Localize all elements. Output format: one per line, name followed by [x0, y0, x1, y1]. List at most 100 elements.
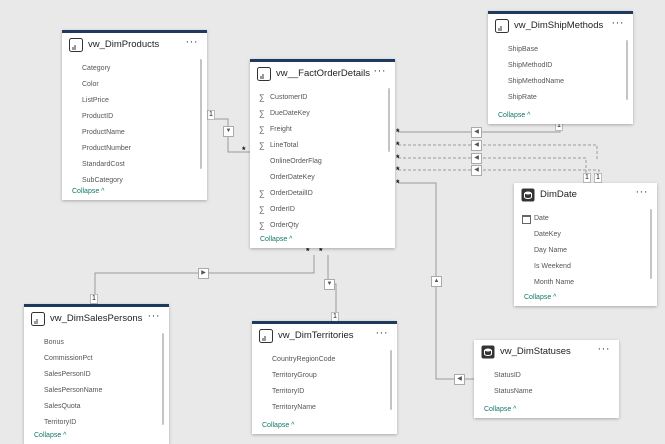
rel-line-fact-date-1 — [398, 144, 598, 160]
rel-direction-arrow[interactable]: ◀ — [454, 374, 465, 385]
field-row[interactable]: StandardCost — [62, 157, 207, 173]
table-card-products[interactable]: vw_DimProducts ··· Category Color ListPric… — [62, 30, 207, 200]
field-row[interactable]: ∑ Freight — [250, 122, 395, 138]
rel-direction-arrow[interactable]: ◀ — [471, 140, 482, 151]
field-row[interactable]: DateKey — [514, 227, 657, 243]
rel-direction-arrow[interactable]: ▼ — [223, 126, 234, 137]
sigma-icon: ∑ — [259, 141, 265, 150]
field-row[interactable]: SalesQuota — [24, 399, 169, 415]
field-name: ShipBase — [508, 46, 538, 53]
field-row[interactable]: Month Name — [514, 275, 657, 291]
field-row[interactable]: SubCategory — [62, 173, 207, 189]
field-row[interactable]: Color — [62, 77, 207, 93]
more-options-icon[interactable]: ··· — [636, 186, 649, 198]
rel-many-fact-date3: * — [396, 165, 400, 175]
more-options-icon[interactable]: ··· — [612, 17, 625, 29]
field-row[interactable]: OnlineOrderFlag — [250, 154, 395, 170]
table-card-dim-date[interactable]: DimDate ··· Date DateKey Day Name Is Weeken… — [514, 183, 657, 306]
collapse-button[interactable]: Collapse ^ — [260, 236, 292, 243]
field-row[interactable]: ShipBase — [488, 42, 633, 58]
field-row[interactable]: Date — [514, 211, 657, 227]
scrollbar[interactable] — [200, 59, 202, 169]
field-name: CommissionPct — [44, 355, 93, 362]
field-row[interactable]: ShipRate — [488, 90, 633, 106]
more-options-icon[interactable]: ··· — [186, 36, 199, 48]
field-row[interactable]: Bonus — [24, 335, 169, 351]
field-row[interactable]: CommissionPct — [24, 351, 169, 367]
collapse-button[interactable]: Collapse ^ — [34, 432, 66, 439]
field-row[interactable]: TerritoryName — [252, 400, 397, 416]
more-options-icon[interactable]: ··· — [374, 65, 387, 77]
field-row[interactable]: ListPrice — [62, 93, 207, 109]
field-row[interactable]: ∑ OrderQty — [250, 218, 395, 234]
field-name: TerritoryID — [272, 388, 305, 395]
rel-many-fact-date1: * — [396, 140, 400, 150]
table-card-territories[interactable]: vw_DimTerritories ··· CountryRegionCode T… — [252, 321, 397, 434]
field-name: SalesPersonName — [44, 387, 103, 394]
table-header[interactable]: vw_DimSalesPersons ··· — [24, 307, 169, 331]
rel-direction-arrow[interactable]: ▲ — [431, 276, 442, 287]
field-row[interactable]: ShipMethodID — [488, 58, 633, 74]
collapse-button[interactable]: Collapse ^ — [498, 112, 530, 119]
scrollbar[interactable] — [650, 209, 652, 279]
field-name: StandardCost — [82, 161, 125, 168]
sigma-icon: ∑ — [259, 221, 265, 230]
field-row[interactable]: ProductNumber — [62, 141, 207, 157]
table-header[interactable]: vw_DimShipMethods ··· — [488, 14, 633, 38]
collapse-button[interactable]: Collapse ^ — [72, 188, 104, 195]
field-row[interactable]: ProductID — [62, 109, 207, 125]
table-title: vw_DimSalesPersons — [50, 313, 143, 324]
collapse-button[interactable]: Collapse ^ — [524, 294, 556, 301]
field-row[interactable]: ShipMethodName — [488, 74, 633, 90]
field-row[interactable]: OrderDateKey — [250, 170, 395, 186]
field-row[interactable]: SalesPersonID — [24, 367, 169, 383]
rel-line-fact-date-2 — [398, 157, 587, 175]
field-row[interactable]: ∑ CustomerID — [250, 90, 395, 106]
table-card-sales-persons[interactable]: vw_DimSalesPersons ··· Bonus CommissionPc… — [24, 304, 169, 444]
table-header[interactable]: vw_DimProducts ··· — [62, 33, 207, 57]
table-icon — [257, 67, 271, 81]
field-name: Category — [82, 65, 111, 72]
field-name: Day Name — [534, 247, 568, 254]
field-row[interactable]: StatusID — [474, 368, 619, 384]
field-row[interactable]: ∑ DueDateKey — [250, 106, 395, 122]
field-name: DateKey — [534, 231, 561, 238]
field-row[interactable]: ∑ LineTotal — [250, 138, 395, 154]
collapse-button[interactable]: Collapse ^ — [262, 422, 294, 429]
table-card-ship-methods[interactable]: vw_DimShipMethods ··· ShipBase ShipMethod… — [488, 11, 633, 124]
field-row[interactable]: ∑ OrderDetailID — [250, 186, 395, 202]
more-options-icon[interactable]: ··· — [598, 343, 611, 355]
scrollbar[interactable] — [390, 350, 392, 410]
field-row[interactable]: Day Name — [514, 243, 657, 259]
field-list: Date DateKey Day Name Is Weekend Month Name — [514, 207, 657, 291]
rel-direction-arrow[interactable]: ◀ — [471, 153, 482, 164]
field-row[interactable]: TerritoryID — [24, 415, 169, 431]
rel-direction-arrow[interactable]: ▼ — [324, 279, 335, 290]
more-options-icon[interactable]: ··· — [376, 327, 389, 339]
field-row[interactable]: TerritoryGroup — [252, 368, 397, 384]
table-icon — [259, 329, 273, 343]
field-row[interactable]: Is Weekend — [514, 259, 657, 275]
field-row[interactable]: CountryRegionCode — [252, 352, 397, 368]
table-header[interactable]: vw__FactOrderDetails ··· — [250, 62, 395, 86]
table-card-fact-order-details[interactable]: vw__FactOrderDetails ··· ∑ CustomerID ∑ Due… — [250, 59, 395, 248]
scrollbar[interactable] — [626, 40, 628, 100]
field-row[interactable]: ∑ OrderID — [250, 202, 395, 218]
field-row[interactable]: StatusName — [474, 384, 619, 400]
scrollbar[interactable] — [162, 333, 164, 425]
more-options-icon[interactable]: ··· — [148, 310, 161, 322]
field-row[interactable]: Category — [62, 61, 207, 77]
field-row[interactable]: ProductName — [62, 125, 207, 141]
table-header[interactable]: DimDate ··· — [514, 183, 657, 207]
rel-direction-arrow[interactable]: ◀ — [471, 165, 482, 176]
field-name: OnlineOrderFlag — [270, 158, 322, 165]
scrollbar[interactable] — [388, 88, 390, 152]
rel-direction-arrow[interactable]: ◀ — [471, 127, 482, 138]
table-card-statuses[interactable]: vw_DimStatuses ··· StatusID StatusName Co… — [474, 340, 619, 418]
collapse-button[interactable]: Collapse ^ — [484, 406, 516, 413]
table-header[interactable]: vw_DimStatuses ··· — [474, 340, 619, 364]
table-header[interactable]: vw_DimTerritories ··· — [252, 324, 397, 348]
field-row[interactable]: TerritoryID — [252, 384, 397, 400]
field-row[interactable]: SalesPersonName — [24, 383, 169, 399]
rel-direction-arrow[interactable]: ▶ — [198, 268, 209, 279]
